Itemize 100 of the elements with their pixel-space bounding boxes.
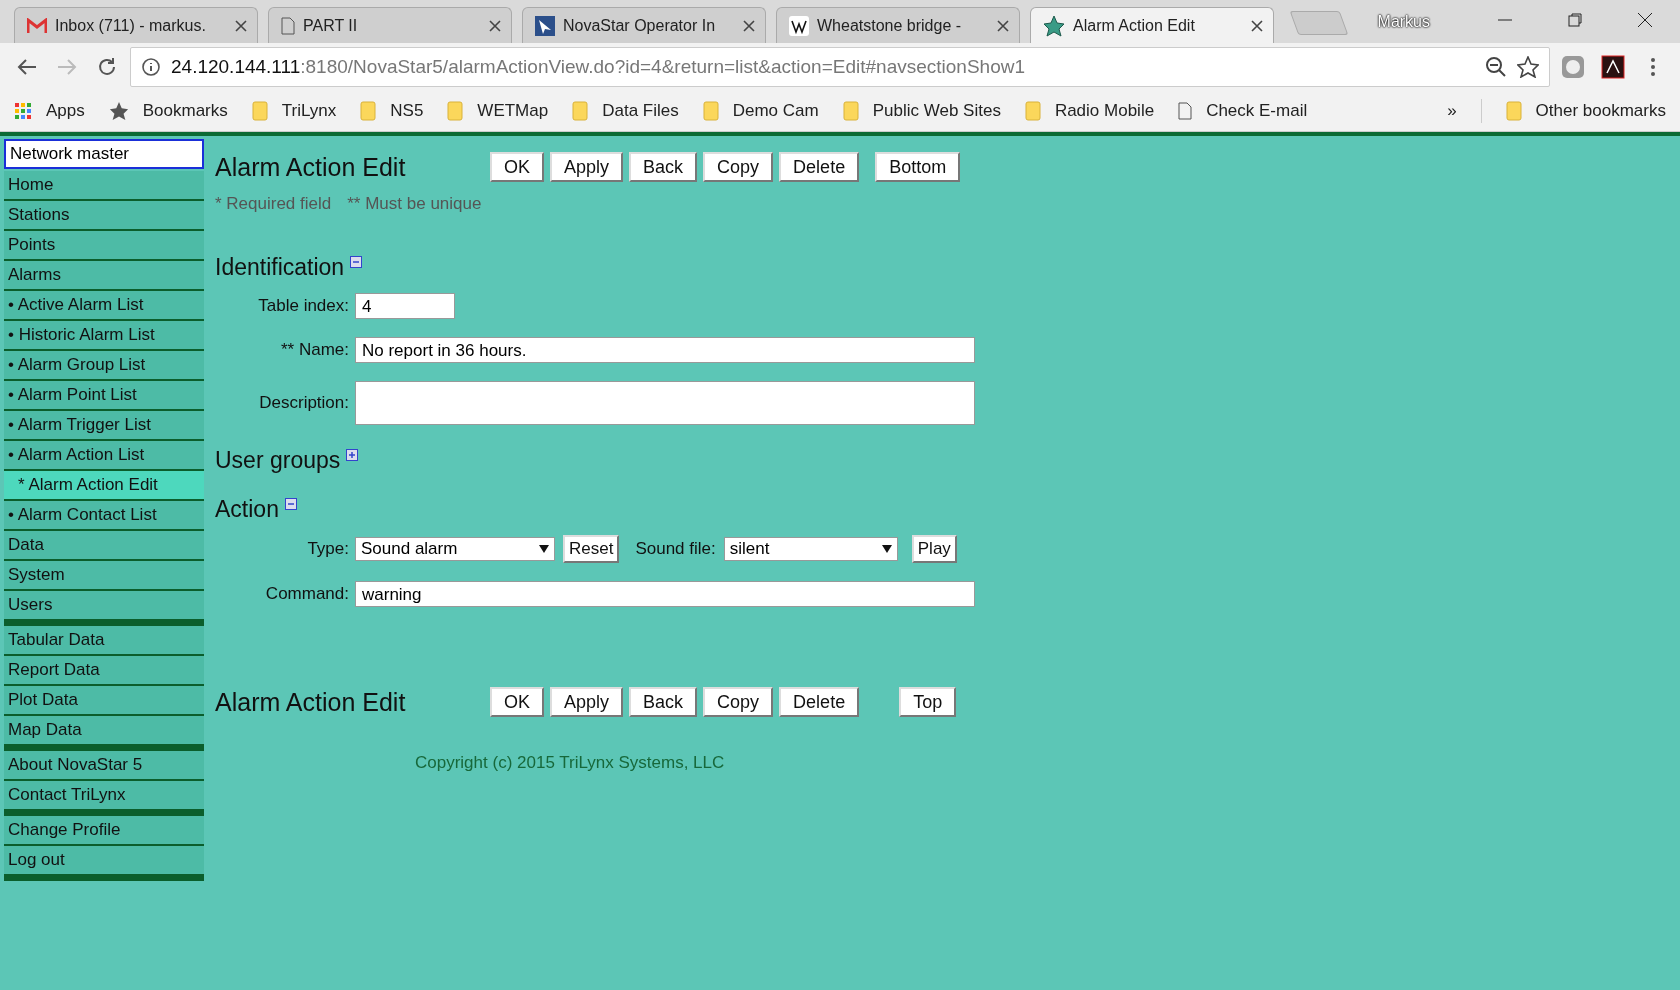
caret-icon xyxy=(539,545,549,553)
close-icon[interactable] xyxy=(235,19,247,32)
collapse-icon[interactable] xyxy=(350,256,363,268)
form-button[interactable]: Copy xyxy=(703,152,774,182)
nav-link[interactable]: • Alarm Contact List xyxy=(4,501,204,531)
jump-button[interactable]: Bottom xyxy=(875,152,961,182)
form-button[interactable]: Delete xyxy=(779,152,860,182)
nav-link[interactable]: Contact TriLynx xyxy=(4,781,204,811)
text-field[interactable]: No report in 36 hours. xyxy=(355,337,975,363)
folder-icon xyxy=(1505,101,1522,121)
browser-tab[interactable]: PART II xyxy=(268,7,512,43)
folder-icon xyxy=(572,101,589,121)
network-field[interactable]: Network master xyxy=(4,139,204,169)
bookmark-link[interactable]: Demo Cam xyxy=(732,101,819,121)
form-button[interactable]: Back xyxy=(629,152,698,182)
nav-link[interactable]: Map Data xyxy=(4,716,204,746)
copyright-text: Copyright (c) 2015 TriLynx Systems, LLC xyxy=(415,753,726,773)
folder-icon xyxy=(842,101,859,121)
nav-link[interactable]: Stations xyxy=(4,201,204,231)
nav-link[interactable]: • Alarm Trigger List xyxy=(4,411,204,441)
nav-link[interactable]: Plot Data xyxy=(4,686,204,716)
nav-link[interactable]: * Alarm Action Edit xyxy=(4,471,204,501)
close-icon[interactable] xyxy=(997,19,1009,32)
reset-button[interactable]: Reset xyxy=(563,535,620,563)
folder-icon xyxy=(1024,101,1041,121)
wiki-icon xyxy=(789,15,809,36)
jump-button[interactable]: Top xyxy=(899,687,957,717)
bookmark-link[interactable]: Radio Mobile xyxy=(1054,101,1155,121)
text-field[interactable]: warning xyxy=(355,581,975,607)
apps-grid-icon xyxy=(14,102,32,120)
bookmark-link[interactable]: Check E-mail xyxy=(1206,101,1308,121)
nav-link[interactable]: Points xyxy=(4,231,204,261)
text-area[interactable] xyxy=(355,381,975,425)
form-button[interactable]: Apply xyxy=(550,152,624,182)
form-button[interactable]: Apply xyxy=(550,687,624,717)
mail-icon xyxy=(27,17,47,34)
browser-tab[interactable]: Alarm Action Edit xyxy=(1030,7,1274,43)
nav-link[interactable]: • Active Alarm List xyxy=(4,291,204,321)
dropdown[interactable]: Sound alarm xyxy=(355,537,555,561)
nav-link[interactable]: • Alarm Point List xyxy=(4,381,204,411)
bookmark-link[interactable]: WETMap xyxy=(477,101,549,121)
nav-link[interactable]: Users xyxy=(4,591,204,621)
star-icon xyxy=(1043,14,1065,37)
form-button[interactable]: OK xyxy=(490,152,544,182)
close-icon[interactable] xyxy=(743,19,755,32)
bookmark-link[interactable]: Other bookmarks xyxy=(1535,101,1666,121)
zoom-out-icon[interactable] xyxy=(1485,56,1507,78)
close-icon[interactable] xyxy=(489,19,501,32)
bookmark-link[interactable]: NS5 xyxy=(390,101,424,121)
page-icon xyxy=(1178,102,1193,120)
nav-link[interactable]: Report Data xyxy=(4,656,204,686)
nav-link[interactable]: • Historic Alarm List xyxy=(4,321,204,351)
section-title: User groups xyxy=(215,447,341,474)
more-bookmarks-button[interactable]: » xyxy=(1447,101,1457,121)
field-label: Description: xyxy=(258,393,349,413)
bookmark-link[interactable]: Bookmarks xyxy=(142,101,228,121)
browser-tab[interactable]: NovaStar Operator In xyxy=(522,7,766,43)
nav-link[interactable]: Home xyxy=(4,171,204,201)
star-icon xyxy=(108,101,129,121)
dropdown[interactable]: silent xyxy=(723,537,898,561)
nav-link[interactable]: Alarms xyxy=(4,261,204,291)
form-button[interactable]: Back xyxy=(629,687,698,717)
nav-link[interactable]: Data xyxy=(4,531,204,561)
bookmark-link[interactable]: Public Web Sites xyxy=(872,101,1001,121)
app-icon xyxy=(535,15,555,36)
section-title: Identification xyxy=(215,254,345,281)
nav-link[interactable]: About NovaStar 5 xyxy=(4,751,204,781)
field-label: Table index: xyxy=(257,296,349,316)
field-label: Sound file: xyxy=(635,539,716,559)
bookmark-link[interactable]: TriLynx xyxy=(281,101,337,121)
play-button[interactable]: Play xyxy=(911,535,957,563)
nav-link[interactable]: Log out xyxy=(4,846,204,876)
collapse-icon[interactable] xyxy=(284,498,297,510)
star-icon[interactable] xyxy=(1517,56,1539,78)
field-label: Type: xyxy=(306,539,349,559)
bookmark-link[interactable]: Data Files xyxy=(602,101,679,121)
folder-icon xyxy=(251,101,268,121)
section-title: Action xyxy=(215,496,279,523)
folder-icon xyxy=(447,101,464,121)
text-field[interactable]: 4 xyxy=(355,293,455,319)
form-note: ** Must be unique xyxy=(347,194,482,214)
caret-icon xyxy=(881,545,892,553)
form-button[interactable]: OK xyxy=(490,687,544,717)
page-title: Alarm Action Edit xyxy=(215,687,407,717)
expand-icon[interactable] xyxy=(346,449,359,461)
page-icon xyxy=(281,16,295,35)
address-bar[interactable]: 24.120.144.111:8180/NovaStar5/alarmActionView.do?id=4&return=list&action=Edit#navsectionShow1 xyxy=(130,47,1550,87)
nav-link[interactable]: • Alarm Action List xyxy=(4,441,204,471)
browser-tab[interactable]: Wheatstone bridge - xyxy=(776,7,1020,43)
nav-link[interactable]: • Alarm Group List xyxy=(4,351,204,381)
browser-tab[interactable]: Inbox (711) - markus. xyxy=(14,7,258,43)
close-icon[interactable] xyxy=(1251,19,1263,32)
nav-link[interactable]: Change Profile xyxy=(4,816,204,846)
nav-link[interactable]: System xyxy=(4,561,204,591)
form-button[interactable]: Copy xyxy=(703,687,774,717)
nav-link[interactable]: Tabular Data xyxy=(4,626,204,656)
field-label: ** Name: xyxy=(279,340,349,360)
bookmark-link[interactable]: Apps xyxy=(46,101,85,121)
form-button[interactable]: Delete xyxy=(779,687,860,717)
profile-name[interactable]: Markus xyxy=(1377,12,1430,31)
